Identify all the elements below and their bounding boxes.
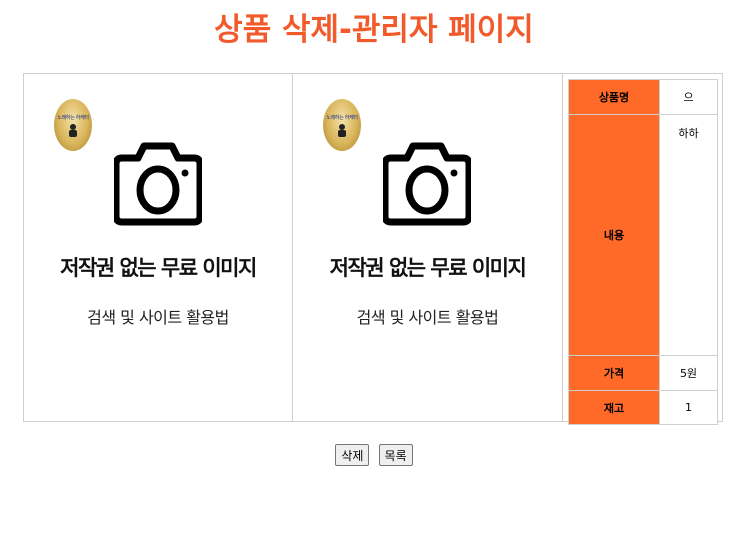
person-icon [338,124,346,137]
action-buttons: 삭제 목록 [0,444,748,466]
table-row: 내용 하하 [568,114,718,356]
badge-text: 노래하는 하케터 [326,115,358,121]
product-price-value: 5원 [659,355,718,391]
list-button[interactable]: 목록 [378,444,413,466]
channel-logo-badge: 노래하는 하케터 [323,99,361,151]
product-image-cell-1: 노래하는 하케터 저작권 없는 무료 이미지 검색 및 사이트 활용법 [24,74,293,421]
camera-icon [383,142,471,226]
product-price-label: 가격 [568,355,660,391]
product-detail-frame: 노래하는 하케터 저작권 없는 무료 이미지 검색 및 사이트 활용법 노래하는… [23,73,723,425]
person-icon [69,124,77,137]
badge-text: 노래하는 하케터 [57,115,89,121]
table-row: 상품명 으 [568,79,718,115]
table-row: 가격 5원 [568,355,718,391]
image-caption-main: 저작권 없는 무료 이미지 [329,256,527,280]
product-stock-label: 재고 [568,390,660,425]
product-content-value: 하하 [659,114,718,356]
image-caption-sub: 검색 및 사이트 활용법 [356,308,499,327]
product-info-table: 상품명 으 내용 하하 가격 5원 재고 1 [568,79,718,425]
product-content-label: 내용 [568,114,660,356]
channel-logo-badge: 노래하는 하케터 [54,99,92,151]
product-name-label: 상품명 [568,79,660,115]
product-image-2: 노래하는 하케터 저작권 없는 무료 이미지 검색 및 사이트 활용법 [293,74,562,421]
product-image-cell-2: 노래하는 하케터 저작권 없는 무료 이미지 검색 및 사이트 활용법 [293,74,563,421]
image-caption-sub: 검색 및 사이트 활용법 [87,308,229,327]
product-image-1: 노래하는 하케터 저작권 없는 무료 이미지 검색 및 사이트 활용법 [24,74,292,421]
product-name-value: 으 [659,79,718,115]
product-info-cell: 상품명 으 내용 하하 가격 5원 재고 1 [563,74,722,425]
table-row: 재고 1 [568,390,718,425]
camera-icon [114,142,202,226]
delete-button[interactable]: 삭제 [335,444,370,466]
image-caption-main: 저작권 없는 무료 이미지 [60,256,257,280]
page-title: 상품 삭제-관리자 페이지 [214,12,534,48]
product-stock-value: 1 [659,390,718,425]
